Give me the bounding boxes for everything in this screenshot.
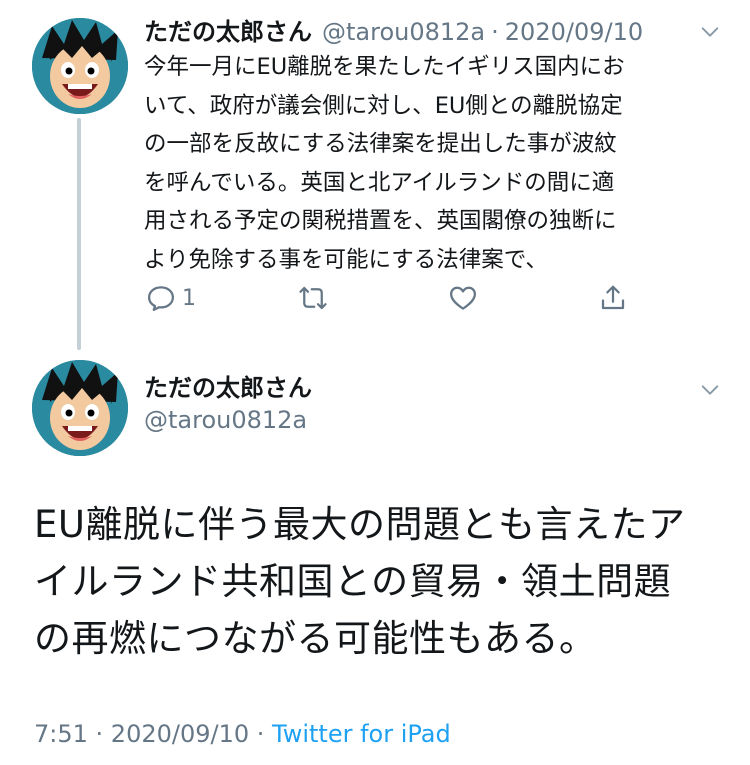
tweet-actions: 1 [144, 278, 644, 318]
retweet-button[interactable] [298, 278, 328, 318]
like-button[interactable] [448, 278, 478, 318]
share-button[interactable] [598, 278, 628, 318]
avatar-image [32, 360, 128, 456]
avatar[interactable] [32, 360, 128, 456]
tweet-date: 2020/09/10 [110, 720, 250, 748]
author-handle[interactable]: @tarou0812a [322, 18, 485, 46]
reply-icon [148, 286, 174, 311]
thread-line [77, 118, 81, 350]
share-icon [601, 285, 625, 310]
avatar-image [32, 18, 128, 114]
tweet-text-line: より免除する事を可能にする法律案で、 [144, 246, 548, 273]
tweet-text-line: の再燃につながる可能性もある。 [34, 617, 597, 660]
like-icon [450, 286, 476, 310]
chevron-down-icon [701, 385, 719, 395]
reply-count: 1 [182, 285, 196, 311]
tweet-date[interactable]: 2020/09/10 [505, 18, 643, 46]
tweet-meta: 7:51 · 2020/09/10 · Twitter for iPad [34, 720, 451, 748]
tweet-menu-button[interactable] [696, 18, 724, 46]
author-handle[interactable]: @tarou0812a [144, 406, 307, 434]
author-name[interactable]: ただの太郎さん [144, 12, 312, 47]
tweet-source-link[interactable]: Twitter for iPad [272, 720, 451, 748]
tweet-text-line: イルランド共和国との貿易・領土問題 [34, 560, 672, 603]
tweet-text: EU離脱に伴う最大の問題とも言えたア イルランド共和国との貿易・領土問題 の再燃… [34, 496, 724, 667]
tweet1-header: ただの太郎さん @tarou0812a · 2020/09/10 [144, 12, 704, 52]
tweet-menu-button[interactable] [696, 376, 724, 404]
reply-button[interactable]: 1 [146, 278, 196, 318]
separator: · [87, 720, 111, 748]
avatar[interactable] [32, 18, 128, 114]
tweet-text: 今年一月にEU離脱を果たしたイギリス国内にお いて、政府が議会側に対し、EU側と… [144, 48, 724, 279]
author-name[interactable]: ただの太郎さん [144, 368, 312, 403]
tweet-text-line: の一部を反故にする法律案を提出した事が波紋 [144, 131, 617, 157]
chevron-down-icon [701, 27, 719, 37]
tweet-text-line: いて、政府が議会側に対し、EU側との離脱協定 [144, 92, 623, 119]
tweet-text-line: 用される予定の関税措置を、英国閣僚の独断に [144, 208, 617, 234]
separator: · [249, 720, 273, 748]
tweet-text-line: EU離脱に伴う最大の問題とも言えたア [34, 503, 686, 546]
retweet-icon [299, 286, 327, 310]
separator: · [491, 18, 499, 46]
tweet-time: 7:51 [34, 720, 88, 748]
tweet-text-line: 今年一月にEU離脱を果たしたイギリス国内にお [144, 54, 625, 80]
tweet-text-line: を呼んでいる。英国と北アイルランドの間に適 [144, 169, 615, 196]
